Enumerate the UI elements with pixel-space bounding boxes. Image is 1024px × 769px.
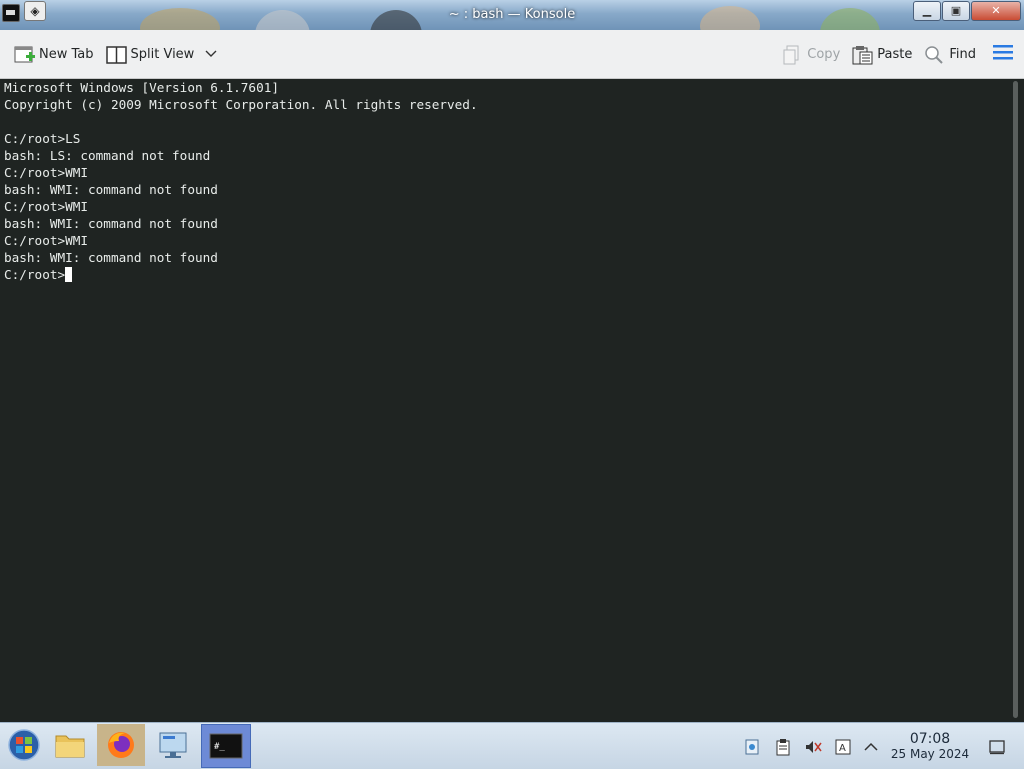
new-tab-label: New Tab xyxy=(39,46,94,62)
firefox-icon xyxy=(108,732,134,758)
taskbar-file-manager[interactable] xyxy=(46,724,94,766)
tray-clipboard-icon[interactable] xyxy=(774,738,792,756)
terminal-line: C:/root>WMI xyxy=(4,165,89,180)
terminal-view[interactable]: Microsoft Windows [Version 6.1.7601] Copy… xyxy=(0,79,1008,722)
terminal-line: Microsoft Windows [Version 6.1.7601] xyxy=(4,80,279,95)
svg-text:A: A xyxy=(839,743,846,754)
terminal-line: bash: WMI: command not found xyxy=(4,182,218,197)
close-button[interactable]: ✕ xyxy=(971,1,1021,21)
paste-label: Paste xyxy=(877,46,913,62)
show-desktop-icon[interactable] xyxy=(988,738,1006,756)
window-title: ~ : bash — Konsole xyxy=(448,7,576,22)
taskbar-firefox[interactable] xyxy=(97,724,145,766)
split-view-icon xyxy=(105,45,127,64)
tray-network-icon[interactable] xyxy=(743,738,761,756)
tray-expand-chevron-icon[interactable] xyxy=(862,738,880,756)
taskbar-konsole[interactable]: #_ xyxy=(201,724,251,768)
start-orb-icon xyxy=(8,729,40,761)
search-icon xyxy=(924,45,944,64)
new-tab-button[interactable]: New Tab xyxy=(8,39,100,69)
clock-date[interactable]: 25 May 2024 xyxy=(886,747,974,761)
terminal-prompt-line[interactable]: C:/root> xyxy=(0,266,1008,283)
find-label: Find xyxy=(949,46,976,62)
text-cursor xyxy=(65,267,73,282)
svg-text:#_: #_ xyxy=(214,742,225,752)
toolbar: New Tab Split View Copy Paste Find xyxy=(0,30,1024,79)
copy-label: Copy xyxy=(807,46,841,62)
title-bar: ◈ ~ : bash — Konsole ▁ ▣ ✕ xyxy=(0,0,1024,30)
chevron-down-icon[interactable] xyxy=(205,47,217,62)
terminal-line: bash: LS: command not found xyxy=(4,148,211,163)
paste-button[interactable]: Paste xyxy=(846,39,918,69)
terminal-output: Microsoft Windows [Version 6.1.7601] Copy… xyxy=(0,79,1008,266)
terminal-line: Copyright (c) 2009 Microsoft Corporation… xyxy=(4,97,478,112)
find-button[interactable]: Find xyxy=(918,39,982,69)
terminal-icon: #_ xyxy=(209,733,243,759)
tray-input-method-icon[interactable]: A xyxy=(834,738,852,756)
tray-volume-muted-icon[interactable] xyxy=(804,738,822,756)
terminal-line: C:/root>WMI xyxy=(4,233,89,248)
terminal-line: C:/root>LS xyxy=(4,131,81,146)
taskbar-system-settings[interactable] xyxy=(150,724,198,766)
hamburger-menu-button[interactable] xyxy=(986,39,1020,69)
window-controls: ▁ ▣ ✕ xyxy=(913,1,1021,21)
hamburger-menu-icon xyxy=(992,43,1014,65)
terminal-line: C:/root>WMI xyxy=(4,199,89,214)
minimize-button[interactable]: ▁ xyxy=(913,1,941,21)
terminal-scrollbar[interactable] xyxy=(1013,81,1018,718)
monitor-settings-icon xyxy=(159,732,187,758)
paste-icon xyxy=(852,45,873,65)
new-tab-icon xyxy=(14,45,35,63)
terminal-line: bash: WMI: command not found xyxy=(4,216,218,231)
maximize-button[interactable]: ▣ xyxy=(942,1,970,21)
terminal-line: bash: WMI: command not found xyxy=(4,250,218,265)
folder-icon xyxy=(55,735,85,758)
copy-icon xyxy=(782,45,802,65)
terminal-prompt: C:/root> xyxy=(4,267,66,282)
clock-time[interactable]: 07:08 xyxy=(890,731,970,747)
start-menu-button[interactable] xyxy=(0,724,48,766)
copy-button[interactable]: Copy xyxy=(776,39,846,69)
split-view-label: Split View xyxy=(130,46,195,62)
split-view-button[interactable]: Split View xyxy=(100,39,224,69)
